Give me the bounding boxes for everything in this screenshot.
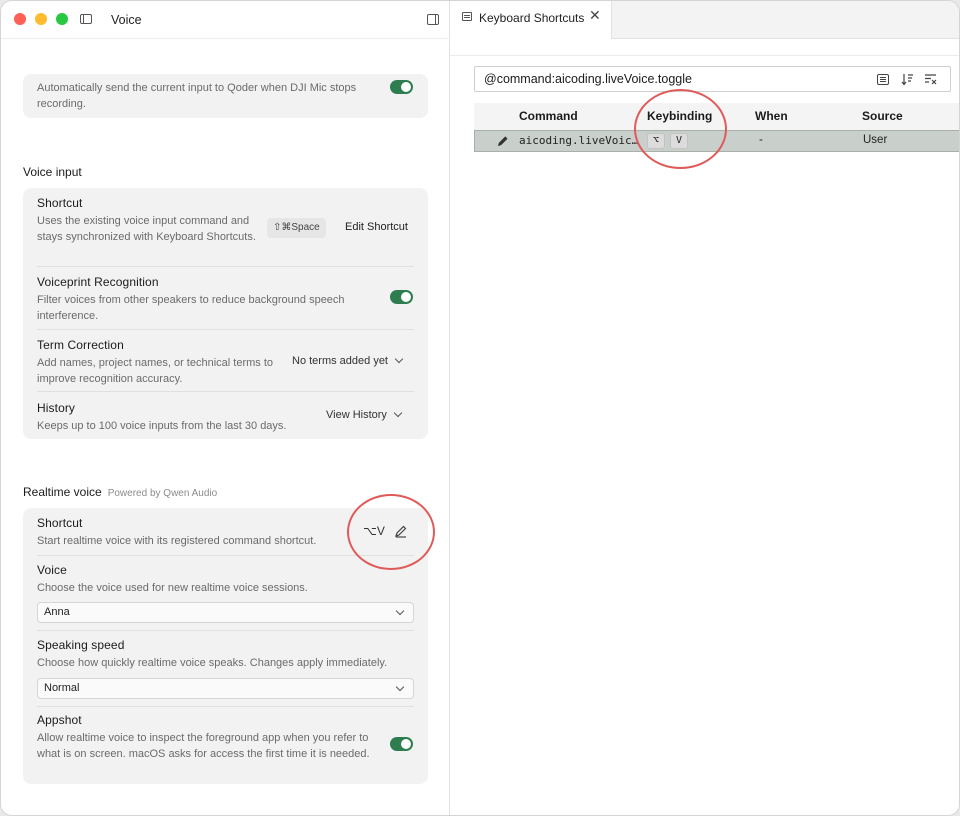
auto-send-desc: Automatically send the current input to … <box>37 82 357 110</box>
voice-input-shortcut-key: ⇧⌘Space <box>267 218 326 238</box>
auto-send-toggle[interactable] <box>390 80 413 94</box>
appshot-toggle[interactable] <box>390 737 413 751</box>
annotation-circle <box>347 494 435 570</box>
panel-toggle-icon[interactable] <box>427 14 439 25</box>
divider <box>37 630 414 631</box>
divider <box>37 391 414 392</box>
window-title: Voice <box>111 13 142 27</box>
realtime-voice-section-title: Realtime voice Powered by Qwen Audio <box>23 485 217 499</box>
realtime-voice-title: Realtime voice <box>23 485 102 499</box>
sidebar-toggle-icon[interactable] <box>80 14 92 24</box>
search-value: @command:aicoding.liveVoice.toggle <box>484 72 692 86</box>
row-command: aicoding.liveVoic… <box>519 134 639 147</box>
sort-by-precedence-icon[interactable] <box>901 73 914 86</box>
edit-shortcut-button[interactable]: Edit Shortcut <box>345 221 408 233</box>
tab-label: Keyboard Shortcuts <box>479 11 585 25</box>
voice-input-section-title: Voice input <box>23 165 82 179</box>
tab-bar: Keyboard Shortcuts ✕ <box>450 1 959 39</box>
record-keys-icon[interactable] <box>877 74 889 85</box>
auto-send-card: Automatically send the current input to … <box>23 74 428 118</box>
minimize-window-button[interactable] <box>35 13 47 25</box>
view-history-label: View History <box>326 409 387 421</box>
speaking-speed-select[interactable]: Normal <box>37 678 414 699</box>
chevron-down-icon <box>394 354 404 364</box>
realtime-shortcut-desc: Start realtime voice with its registered… <box>37 535 317 547</box>
divider <box>37 266 414 267</box>
annotation-circle <box>634 89 727 169</box>
term-correction-title: Term Correction <box>37 338 124 352</box>
appshot-desc: Allow realtime voice to inspect the fore… <box>37 732 370 760</box>
chevron-down-icon <box>395 606 405 616</box>
editor-toolbar-strip <box>450 39 959 56</box>
voiceprint-title: Voiceprint Recognition <box>37 275 159 289</box>
column-header-command[interactable]: Command <box>519 109 578 123</box>
keyboard-shortcuts-pane: Keyboard Shortcuts ✕ @command:aicoding.l… <box>450 1 959 815</box>
realtime-shortcut-title: Shortcut <box>37 516 83 530</box>
voice-select-value: Anna <box>44 606 70 618</box>
row-when: - <box>759 134 763 146</box>
voiceprint-desc: Filter voices from other speakers to red… <box>37 294 345 322</box>
divider <box>37 706 414 707</box>
voice-settings-pane: Voice Automatically send the current inp… <box>1 1 450 815</box>
chevron-down-icon <box>395 682 405 692</box>
term-correction-desc: Add names, project names, or technical t… <box>37 357 273 385</box>
row-source: User <box>863 134 888 146</box>
column-header-when[interactable]: When <box>755 109 788 123</box>
appshot-title: Appshot <box>37 713 82 727</box>
chevron-down-icon <box>393 408 403 418</box>
close-window-button[interactable] <box>14 13 26 25</box>
speaking-speed-title: Speaking speed <box>37 638 125 652</box>
title-bar: Voice <box>1 1 450 39</box>
divider <box>37 329 414 330</box>
voice-title: Voice <box>37 563 67 577</box>
term-correction-value: No terms added yet <box>292 355 388 367</box>
close-tab-icon[interactable]: ✕ <box>589 7 601 24</box>
speaking-speed-value: Normal <box>44 682 80 694</box>
voiceprint-toggle[interactable] <box>390 290 413 304</box>
powered-by-label: Powered by Qwen Audio <box>107 488 218 499</box>
view-history-button[interactable]: View History <box>326 408 403 421</box>
history-title: History <box>37 401 76 415</box>
speaking-speed-desc: Choose how quickly realtime voice speaks… <box>37 657 388 669</box>
voice-input-shortcut-desc: Uses the existing voice input command an… <box>37 215 256 243</box>
clear-search-icon[interactable] <box>924 73 937 86</box>
voice-select[interactable]: Anna <box>37 602 414 623</box>
keyboard-icon <box>462 12 472 21</box>
edit-keybinding-icon[interactable] <box>497 135 509 147</box>
column-header-source[interactable]: Source <box>862 109 903 123</box>
voice-desc: Choose the voice used for new realtime v… <box>37 582 308 594</box>
tab-keyboard-shortcuts[interactable]: Keyboard Shortcuts ✕ <box>450 1 612 39</box>
voice-input-shortcut-title: Shortcut <box>37 196 83 210</box>
app-window: Voice Automatically send the current inp… <box>0 0 960 816</box>
term-correction-dropdown[interactable]: No terms added yet <box>292 354 404 367</box>
zoom-window-button[interactable] <box>56 13 68 25</box>
history-desc: Keeps up to 100 voice inputs from the la… <box>37 420 287 432</box>
voice-input-card: Shortcut Uses the existing voice input c… <box>23 188 428 439</box>
keybinding-search-input[interactable]: @command:aicoding.liveVoice.toggle <box>474 66 951 92</box>
